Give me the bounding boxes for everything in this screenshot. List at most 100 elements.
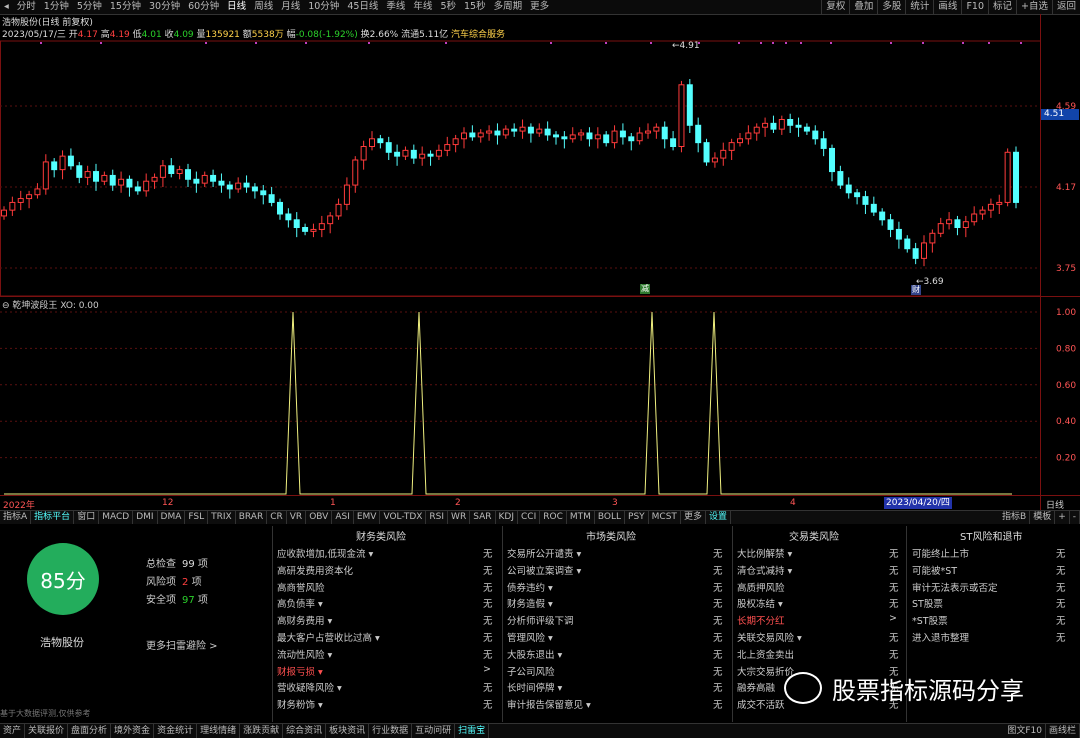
risk-item[interactable]: 进入退市整理 — [912, 630, 969, 644]
period-tab-3[interactable]: 15分钟 — [106, 0, 145, 14]
indicator-tab-6[interactable]: FSL — [185, 511, 209, 524]
risk-item[interactable]: 高负债率 ▾ — [277, 596, 323, 610]
risk-item[interactable]: 长时间停牌 ▾ — [507, 680, 562, 694]
risk-item[interactable]: 高研发费用资本化 — [277, 563, 353, 577]
risk-item[interactable]: 清仓式减持 ▾ — [737, 563, 792, 577]
indicator-tab-right-0[interactable]: 指标B — [999, 511, 1031, 524]
bottom-tab-2[interactable]: 盘面分析 — [68, 724, 112, 738]
risk-item[interactable]: 应收款增加,低现金流 ▾ — [277, 546, 373, 560]
indicator-tab-8[interactable]: BRAR — [236, 511, 268, 524]
toolbar-right-4[interactable]: 画线 — [933, 0, 961, 14]
period-tab-7[interactable]: 周线 — [250, 0, 277, 14]
period-tab-15[interactable]: 多周期 — [490, 0, 527, 14]
risk-item[interactable]: 高财务费用 ▾ — [277, 613, 332, 627]
more-scan-link[interactable]: 更多扫雷避险 > — [146, 637, 218, 652]
indicator-tab-20[interactable]: ROC — [540, 511, 567, 524]
risk-item[interactable]: 大股东退出 ▾ — [507, 647, 562, 661]
indicator-tab-21[interactable]: MTM — [567, 511, 595, 524]
indicator-tab-5[interactable]: DMA — [158, 511, 186, 524]
risk-item[interactable]: 高商誉风险 — [277, 580, 325, 594]
indicator-name[interactable]: 乾坤波段王 — [12, 301, 57, 311]
bottom-tab-5[interactable]: 理线情绪 — [197, 724, 241, 738]
indicator-tab-10[interactable]: VR — [287, 511, 307, 524]
indicator-tab-19[interactable]: CCI — [518, 511, 541, 524]
indicator-tab-11[interactable]: OBV — [306, 511, 333, 524]
risk-item[interactable]: 财务粉饰 ▾ — [277, 697, 323, 711]
bottom-tab-0[interactable]: 资产 — [0, 724, 26, 738]
toolbar-right-1[interactable]: 叠加 — [849, 0, 877, 14]
bottom-tab-1[interactable]: 关联报价 — [25, 724, 69, 738]
risk-item[interactable]: *ST股票 — [912, 613, 948, 627]
risk-item[interactable]: 公司被立案调查 ▾ — [507, 563, 581, 577]
indicator-tab-25[interactable]: 更多 — [681, 511, 706, 524]
risk-item[interactable]: 北上资金卖出 — [737, 647, 794, 661]
indicator-tab-right-3[interactable]: - — [1070, 511, 1080, 524]
risk-item[interactable]: ST股票 — [912, 596, 943, 610]
bottom-tab-6[interactable]: 涨跌贡献 — [240, 724, 284, 738]
indicator-tab-14[interactable]: VOL-TDX — [380, 511, 427, 524]
toolbar-right-5[interactable]: F10 — [961, 0, 988, 14]
toolbar-right-7[interactable]: +自选 — [1016, 0, 1052, 14]
indicator-tab-right-1[interactable]: 模板 — [1030, 511, 1056, 524]
risk-item[interactable]: 流动性风险 ▾ — [277, 647, 332, 661]
indicator-tab-12[interactable]: ASI — [332, 511, 354, 524]
risk-item[interactable]: 最大客户占营收比过高 ▾ — [277, 630, 380, 644]
indicator-tab-7[interactable]: TRIX — [208, 511, 236, 524]
toolbar-right-8[interactable]: 返回 — [1051, 0, 1080, 14]
risk-item[interactable]: 长期不分红 — [737, 613, 785, 627]
indicator-tab-26[interactable]: 设置 — [706, 511, 731, 524]
bottom-tab-11[interactable]: 扫雷宝 — [455, 724, 490, 738]
reduce-marker[interactable]: 减 — [640, 284, 650, 294]
period-tab-0[interactable]: 分时 — [13, 0, 40, 14]
finance-marker[interactable]: 财 — [911, 285, 921, 295]
risk-item[interactable]: 管理风险 ▾ — [507, 630, 553, 644]
period-tab-12[interactable]: 年线 — [409, 0, 436, 14]
bottom-tab-9[interactable]: 行业数据 — [369, 724, 413, 738]
indicator-tab-22[interactable]: BOLL — [595, 511, 626, 524]
period-tab-4[interactable]: 30分钟 — [145, 0, 184, 14]
toolbar-right-0[interactable]: 复权 — [821, 0, 849, 14]
risk-item[interactable]: 关联交易风险 ▾ — [737, 630, 802, 644]
indicator-tab-2[interactable]: 窗口 — [74, 511, 100, 524]
period-tab-5[interactable]: 60分钟 — [184, 0, 223, 14]
indicator-tab-13[interactable]: EMV — [354, 511, 381, 524]
risk-item[interactable]: 债券违约 ▾ — [507, 580, 553, 594]
indicator-tab-0[interactable]: 指标A — [0, 511, 32, 524]
toolbar-right-3[interactable]: 统计 — [905, 0, 933, 14]
period-tab-10[interactable]: 45日线 — [343, 0, 382, 14]
risk-item[interactable]: 融券高融 — [737, 680, 775, 694]
indicator-tab-15[interactable]: RSI — [426, 511, 449, 524]
period-tab-16[interactable]: 更多 — [526, 0, 553, 14]
bottom-right-0[interactable]: 图文F10 — [1004, 724, 1046, 738]
risk-item[interactable]: 可能终止上市 — [912, 546, 969, 560]
period-tab-1[interactable]: 1分钟 — [40, 0, 73, 14]
indicator-tab-18[interactable]: KDJ — [496, 511, 518, 524]
risk-item[interactable]: 财报亏损 ▾ — [277, 664, 323, 678]
risk-item[interactable]: 成交不活跃 — [737, 697, 785, 711]
period-tab-13[interactable]: 5秒 — [436, 0, 460, 14]
period-tab-8[interactable]: 月线 — [277, 0, 304, 14]
risk-item[interactable]: 股权冻结 ▾ — [737, 596, 783, 610]
risk-item[interactable]: 大比例解禁 ▾ — [737, 546, 792, 560]
risk-item[interactable]: 子公司风险 — [507, 664, 555, 678]
risk-item[interactable]: 营收疑降风险 ▾ — [277, 680, 342, 694]
period-tab-9[interactable]: 10分钟 — [304, 0, 343, 14]
risk-item[interactable]: 高质押风险 — [737, 580, 785, 594]
period-tab-2[interactable]: 5分钟 — [73, 0, 106, 14]
bottom-tab-7[interactable]: 综合资讯 — [283, 724, 327, 738]
bottom-tab-10[interactable]: 互动问研 — [412, 724, 456, 738]
risk-item[interactable]: 可能被*ST — [912, 563, 957, 577]
indicator-tab-right-2[interactable]: + — [1055, 511, 1070, 524]
bottom-tab-8[interactable]: 板块资讯 — [326, 724, 370, 738]
indicator-tab-16[interactable]: WR — [448, 511, 471, 524]
indicator-tab-23[interactable]: PSY — [625, 511, 649, 524]
toolbar-right-2[interactable]: 多股 — [877, 0, 905, 14]
bottom-tab-4[interactable]: 资金统计 — [154, 724, 198, 738]
period-tab-11[interactable]: 季线 — [382, 0, 409, 14]
risk-item[interactable]: 交易所公开谴责 ▾ — [507, 546, 581, 560]
risk-item[interactable]: 审计报告保留意见 ▾ — [507, 697, 591, 711]
risk-item[interactable]: 分析师评级下调 — [507, 613, 574, 627]
indicator-tab-4[interactable]: DMI — [133, 511, 158, 524]
indicator-tab-17[interactable]: SAR — [470, 511, 496, 524]
toolbar-left-arrow[interactable]: ◂ — [0, 0, 13, 14]
